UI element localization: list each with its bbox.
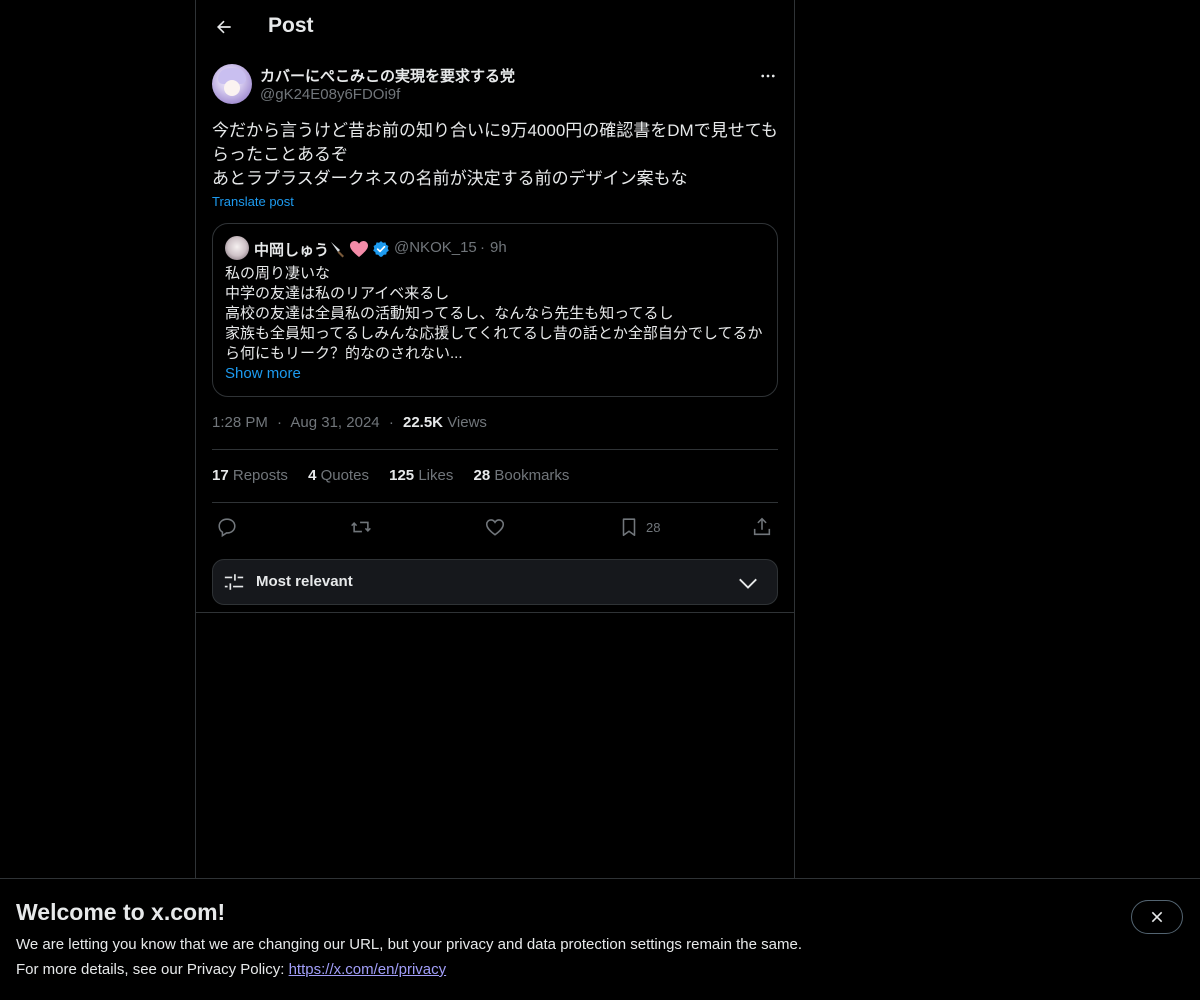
quote-line: 中学の友達は私のリアイベ来るし <box>225 285 450 302</box>
divider <box>212 449 778 450</box>
divider <box>196 612 794 613</box>
sort-label: Most relevant <box>256 573 353 590</box>
welcome-banner: Welcome to x.com! We are letting you kno… <box>0 878 1200 1000</box>
quote-line: 高校の友達は全員私の活動知ってるし、なんなら先生も知ってるし <box>225 305 674 322</box>
more-dots-icon <box>761 74 775 78</box>
close-banner-button[interactable] <box>1131 900 1183 934</box>
share-icon <box>753 517 771 536</box>
pink-heart-icon <box>350 241 368 257</box>
show-more-link[interactable]: Show more <box>225 365 301 382</box>
views-label: Views <box>447 414 487 431</box>
quote-line: 家族も全員知ってるしみんな応援してくれてるし昔の話とか全部自分でしてるから何にも… <box>225 325 763 362</box>
views-count: 22.5K <box>402 414 444 431</box>
avatar[interactable] <box>212 64 252 104</box>
bookmarks-stat[interactable]: 28 Bookmarks <box>474 467 570 484</box>
post-meta: 1:28 PM · Aug 31, 2024 · 22.5K Views <box>212 414 487 431</box>
heart-icon <box>485 519 505 536</box>
repost-button[interactable] <box>350 515 372 539</box>
quote-timestamp[interactable]: 9h <box>490 239 507 256</box>
bookmark-button[interactable]: 28 <box>618 515 660 539</box>
back-arrow-icon <box>217 20 231 34</box>
bookmark-count: 28 <box>646 519 661 535</box>
author-display-name[interactable]: カバーにぺこみこの実現を要求する党 <box>260 65 515 86</box>
page-header: Post <box>196 0 794 54</box>
quote-author-handle[interactable]: @NKOK_15 <box>394 239 477 256</box>
bookmark-icon <box>622 518 636 537</box>
banner-title: Welcome to x.com! <box>16 899 226 925</box>
banner-policy-prefix: For more details, see our Privacy Policy… <box>16 961 289 978</box>
reposts-stat[interactable]: 17 Reposts <box>212 467 288 484</box>
engagement-stats: 17 Reposts 4 Quotes 125 Likes 28 Bookmar… <box>212 467 585 484</box>
like-button[interactable] <box>484 515 506 539</box>
chevron-down-icon <box>739 578 757 589</box>
meta-separator: · <box>277 414 283 431</box>
quote-line: 私の周り凄いな <box>225 265 331 282</box>
quote-text: 私の周り凄いな 中学の友達は私のリアイベ来るし 高校の友達は全員私の活動知ってる… <box>225 264 765 364</box>
post-date[interactable]: Aug 31, 2024 <box>290 414 379 431</box>
reply-icon <box>218 518 236 538</box>
reply-button[interactable] <box>216 515 238 539</box>
knife-icon <box>331 242 344 258</box>
back-button[interactable] <box>208 11 240 43</box>
tweet-text: 今だから言うけど昔お前の知り合いに9万4000円の確認書をDMで見せてもらったこ… <box>212 119 780 191</box>
reply-sort-dropdown[interactable]: Most relevant <box>212 559 778 605</box>
main-column: Post カバーにぺこみこの実現を要求する党 @gK24E08y6FDOi9f … <box>195 0 795 878</box>
quote-separator: · <box>480 239 485 256</box>
more-options-button[interactable] <box>758 66 778 86</box>
banner-message: We are letting you know that we are chan… <box>16 936 802 953</box>
tweet-line: 今だから言うけど昔お前の知り合いに9万4000円の確認書をDMで見せてもらったこ… <box>212 121 778 164</box>
meta-separator: · <box>388 414 394 431</box>
quote-author-name[interactable]: 中岡しゅう <box>254 239 329 260</box>
likes-stat[interactable]: 125 Likes <box>389 467 453 484</box>
close-icon <box>1151 911 1163 923</box>
sliders-icon <box>223 574 245 590</box>
page-title: Post <box>268 14 314 37</box>
tweet-line: あとラプラスダークネスの名前が決定する前のデザイン案もな <box>212 169 688 188</box>
quoted-post[interactable]: 中岡しゅう @NKOK_15 · 9h 私の周り凄いな 中学の友達は私のリアイベ… <box>212 223 778 397</box>
banner-policy-line: For more details, see our Privacy Policy… <box>16 961 446 978</box>
share-button[interactable] <box>751 515 773 539</box>
post-time[interactable]: 1:28 PM <box>212 414 268 431</box>
divider <box>212 502 778 503</box>
quotes-stat[interactable]: 4 Quotes <box>308 467 369 484</box>
repost-icon <box>351 521 371 533</box>
quote-avatar[interactable] <box>225 236 249 260</box>
privacy-policy-link[interactable]: https://x.com/en/privacy <box>289 961 447 978</box>
author-handle[interactable]: @gK24E08y6FDOi9f <box>260 86 400 103</box>
verified-badge-icon <box>373 241 389 257</box>
translate-post-link[interactable]: Translate post <box>212 194 294 209</box>
